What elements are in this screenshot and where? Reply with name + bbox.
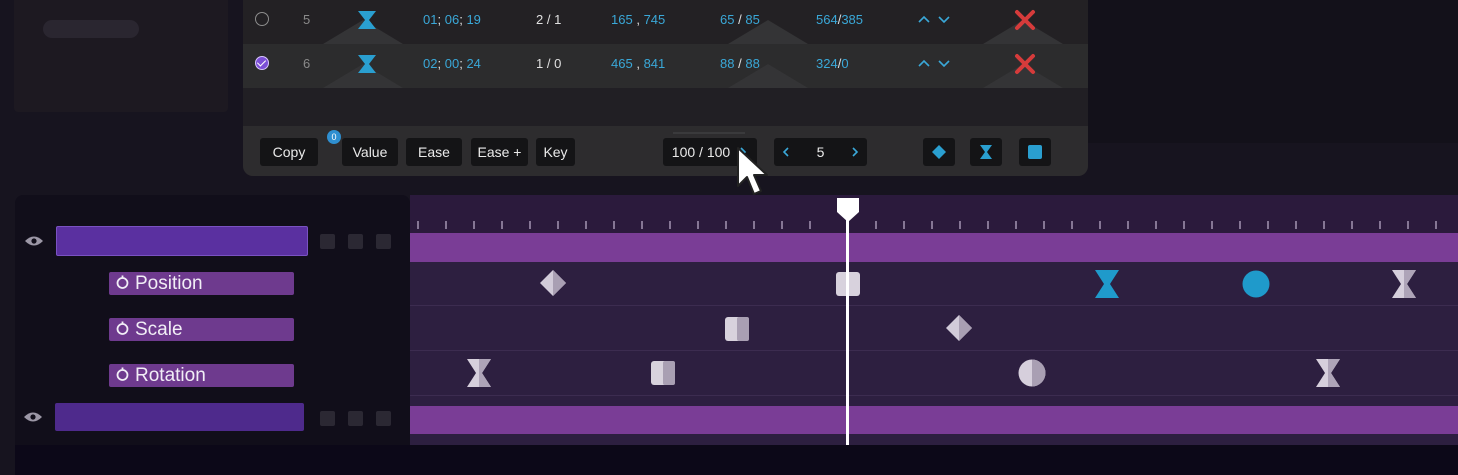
copy-button[interactable]: Copy 0 [260, 130, 341, 166]
square-keyframe[interactable] [725, 317, 749, 341]
chevron-right-icon[interactable] [851, 147, 859, 157]
lane-divider [410, 305, 1458, 306]
ease-plus-button[interactable]: Ease + [471, 138, 528, 166]
row-select-checkbox[interactable] [255, 56, 269, 70]
frame-navigator: 5 [774, 138, 867, 166]
playhead-line[interactable] [846, 205, 849, 445]
stopwatch-icon[interactable] [116, 275, 129, 290]
stopwatch-icon[interactable] [116, 367, 129, 382]
row-time: 01; 06; 19 [423, 12, 481, 27]
row-time: 02; 00; 24 [423, 56, 481, 71]
layer-name-bar[interactable] [55, 403, 304, 431]
background-placeholder-bar [43, 20, 139, 38]
bottom-scroll-strip[interactable] [15, 445, 1458, 475]
eye-icon[interactable] [23, 411, 43, 423]
close-icon[interactable] [1014, 53, 1036, 75]
layer-toggle[interactable] [348, 234, 363, 249]
key-button[interactable]: Key [536, 138, 575, 166]
timeline-ruler[interactable] [410, 195, 1458, 233]
layer-panel: Position Scale Rotation [15, 195, 410, 445]
property-scale[interactable]: Scale [109, 318, 294, 341]
stopwatch-icon[interactable] [116, 321, 129, 336]
row-frame: 1 / 0 [536, 56, 562, 71]
layer-name-bar[interactable] [56, 226, 308, 256]
table-row[interactable]: 6 02; 00; 24 1 / 0 465 , 841 88 / 88 324… [243, 44, 1088, 88]
row-index: 6 [303, 56, 311, 71]
property-label: Rotation [135, 365, 206, 386]
hourglass-keyframe[interactable] [1391, 270, 1417, 298]
chevron-down-icon[interactable] [938, 14, 950, 24]
chevron-up-icon[interactable] [918, 58, 930, 68]
row-scale: 88 / 88 [720, 56, 760, 71]
chevron-down-icon[interactable] [938, 58, 950, 68]
hourglass-icon [358, 11, 376, 29]
row-frame: 2 / 1 [536, 12, 562, 27]
copy-count-badge: 0 [327, 130, 341, 144]
keyframe-toolbar: Copy 0 Value Ease Ease + Key 100 / 100 5 [243, 126, 1088, 176]
close-icon[interactable] [1014, 9, 1036, 31]
diamond-keyframe[interactable] [945, 314, 973, 342]
square-keyframe-button[interactable] [1019, 138, 1051, 166]
playhead-handle[interactable] [836, 197, 860, 223]
table-row[interactable]: 5 01; 06; 19 2 / 1 165 , 745 65 / 85 564… [243, 0, 1088, 45]
row-scale: 65 / 85 [720, 12, 760, 27]
row-select-radio[interactable] [255, 12, 269, 26]
square-keyframe[interactable] [651, 361, 675, 385]
property-label: Scale [135, 319, 183, 340]
diamond-icon [932, 145, 946, 159]
layer-track-bar[interactable] [410, 406, 1458, 434]
row-index: 5 [303, 12, 311, 27]
layer-toggle[interactable] [376, 411, 391, 426]
chevron-up-icon[interactable] [918, 14, 930, 24]
diamond-keyframe[interactable] [539, 269, 567, 297]
layer-toggle[interactable] [320, 234, 335, 249]
layer-toggle[interactable] [348, 411, 363, 426]
layer-track-bar[interactable] [410, 233, 1458, 262]
hourglass-icon [358, 55, 376, 73]
layer-toggle[interactable] [320, 411, 335, 426]
row-size: 324/0 [816, 56, 849, 71]
keyframe-table-panel: 5 01; 06; 19 2 / 1 165 , 745 65 / 85 564… [243, 0, 1088, 176]
hourglass-icon [980, 145, 992, 159]
eye-icon[interactable] [24, 235, 44, 247]
background-card [14, 0, 228, 112]
circle-keyframe[interactable] [1018, 359, 1046, 387]
ease-button[interactable]: Ease [406, 138, 462, 166]
hourglass-keyframe-button[interactable] [970, 138, 1002, 166]
background-area [1088, 0, 1458, 143]
mouse-cursor-icon [737, 147, 768, 195]
row-position: 165 , 745 [611, 12, 666, 27]
value-button[interactable]: Value [342, 138, 398, 166]
row-size: 564/385 [816, 12, 864, 27]
lane-divider [410, 350, 1458, 351]
square-icon [1028, 145, 1042, 159]
layer-toggle[interactable] [376, 234, 391, 249]
lane-divider [410, 395, 1458, 396]
property-label: Position [135, 273, 203, 294]
hourglass-keyframe[interactable] [466, 359, 492, 387]
row-position: 465 , 841 [611, 56, 666, 71]
circle-keyframe[interactable] [1242, 270, 1270, 298]
property-rotation[interactable]: Rotation [109, 364, 294, 387]
ruler-ticks [417, 221, 1437, 229]
hourglass-keyframe[interactable] [1094, 270, 1120, 298]
property-position[interactable]: Position [109, 272, 294, 295]
diamond-keyframe-button[interactable] [923, 138, 955, 166]
hourglass-keyframe[interactable] [1315, 359, 1341, 387]
